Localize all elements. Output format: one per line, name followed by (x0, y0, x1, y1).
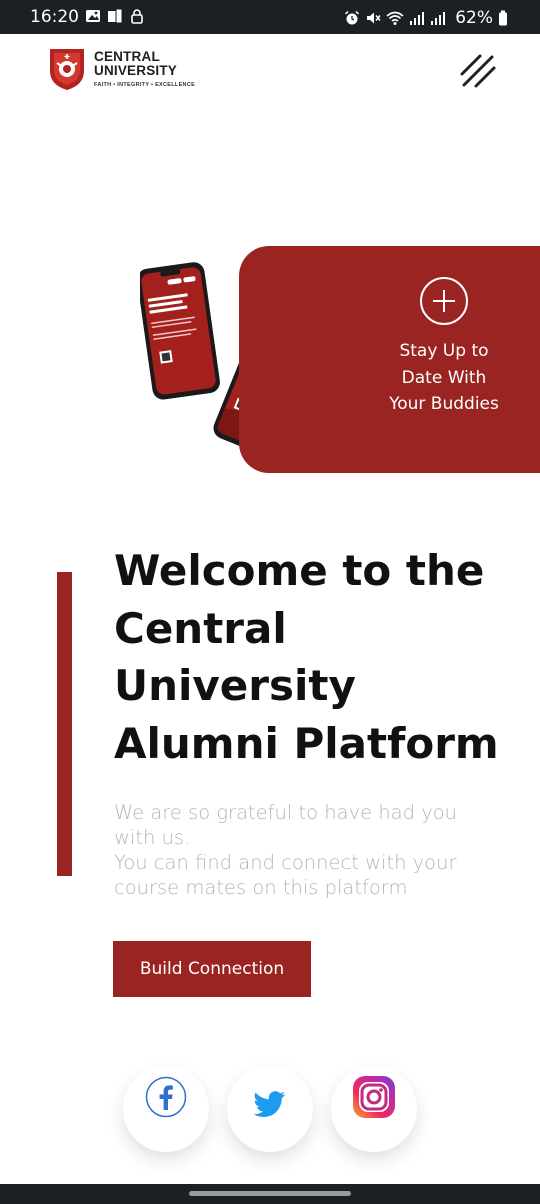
gallery-icon (86, 10, 100, 22)
alarm-icon (345, 10, 360, 25)
shield-logo-icon (50, 49, 84, 90)
twitter-button[interactable] (227, 1066, 313, 1152)
logo-motto: FAITH • INTEGRITY • EXCELLENCE (94, 82, 196, 88)
description-line-2: You can find and connect with your cours… (114, 851, 457, 899)
menu-slashes-icon (460, 54, 496, 88)
page-title: Welcome to the Central University Alumni… (114, 546, 499, 768)
logo-name-line2: UNIVERSITY (94, 63, 178, 78)
facebook-icon (145, 1076, 187, 1118)
menu-button[interactable] (458, 52, 498, 90)
twitter-icon (254, 1091, 285, 1117)
build-connection-button[interactable]: Build Connection (113, 941, 311, 997)
promo-card-text: Stay Up to Date With Your Buddies (389, 341, 499, 414)
device-icon (108, 8, 123, 24)
accent-bar (57, 572, 72, 876)
description-line-1: We are so grateful to have had you with … (114, 801, 458, 849)
status-bar: 16:20 62% (0, 0, 540, 34)
welcome-description: We are so grateful to have had you with … (114, 800, 494, 900)
signal-icon-2 (431, 12, 446, 25)
lock-icon (131, 9, 143, 24)
battery-percent: 62% (455, 8, 493, 28)
system-nav-bar (0, 1184, 540, 1204)
wifi-icon (386, 11, 404, 25)
university-logo[interactable]: CENTRAL UNIVERSITY FAITH • INTEGRITY • E… (48, 47, 195, 91)
plus-circle-icon[interactable] (420, 277, 468, 325)
signal-icon (410, 12, 425, 25)
facebook-button[interactable] (123, 1066, 209, 1152)
logo-name-line1: CENTRAL (94, 49, 160, 64)
instagram-icon (353, 1076, 395, 1118)
status-time: 16:20 (30, 7, 79, 27)
battery-icon (499, 10, 507, 26)
promo-card: Stay Up to Date With Your Buddies (239, 246, 540, 473)
home-gesture-pill[interactable] (189, 1191, 351, 1196)
mute-icon (367, 12, 381, 24)
instagram-button[interactable] (331, 1066, 417, 1152)
